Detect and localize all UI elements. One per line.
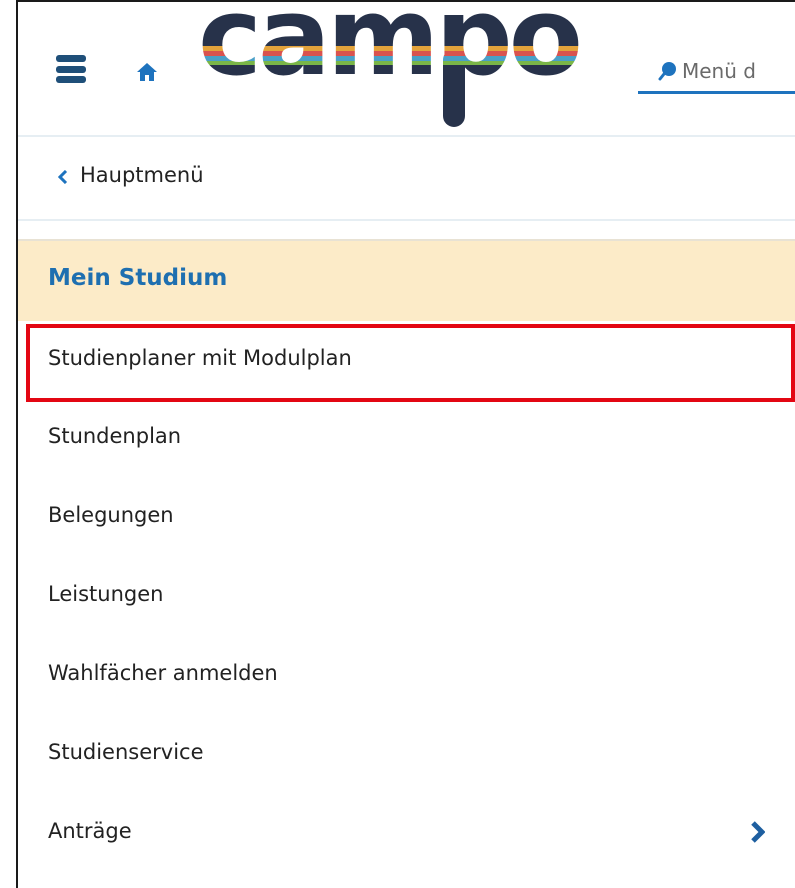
menu-item-stundenplan[interactable]: Stundenplan (18, 402, 795, 481)
chevron-left-icon (57, 169, 68, 188)
app-frame: campo campo (16, 0, 795, 888)
chevron-right-icon[interactable] (751, 821, 766, 847)
menu-item-antraege[interactable]: Anträge (18, 797, 795, 876)
menu-item-label: Stundenplan (48, 424, 182, 448)
menu-item-label: Anträge (48, 819, 132, 843)
home-icon[interactable] (136, 62, 158, 86)
back-label: Hauptmenü (80, 163, 204, 187)
section-header-mein-studium: Mein Studium (18, 239, 795, 321)
search-input[interactable] (682, 54, 795, 88)
search-field[interactable] (638, 52, 795, 94)
menu-item-studienplaner[interactable]: Studienplaner mit Modulplan (26, 324, 795, 402)
menu-list: Studienplaner mit Modulplan Stundenplan … (18, 324, 795, 876)
menu-item-label: Leistungen (48, 582, 164, 606)
menu-item-wahlfaecher[interactable]: Wahlfächer anmelden (18, 639, 795, 718)
menu-item-belegungen[interactable]: Belegungen (18, 481, 795, 560)
menu-item-label: Studienservice (48, 740, 204, 764)
hamburger-menu-icon[interactable] (56, 55, 86, 83)
search-icon[interactable] (658, 60, 678, 86)
menu-item-label: Belegungen (48, 503, 174, 527)
menu-item-leistungen[interactable]: Leistungen (18, 560, 795, 639)
menu-item-studienservice[interactable]: Studienservice (18, 718, 795, 797)
menu-item-label: Studienplaner mit Modulplan (48, 346, 352, 370)
menu-item-label: Wahlfächer anmelden (48, 661, 278, 685)
section-title: Mein Studium (48, 265, 228, 291)
campo-logo[interactable]: campo campo (198, 2, 598, 138)
header: campo campo (18, 2, 795, 137)
back-to-main-menu[interactable]: Hauptmenü (18, 137, 795, 221)
